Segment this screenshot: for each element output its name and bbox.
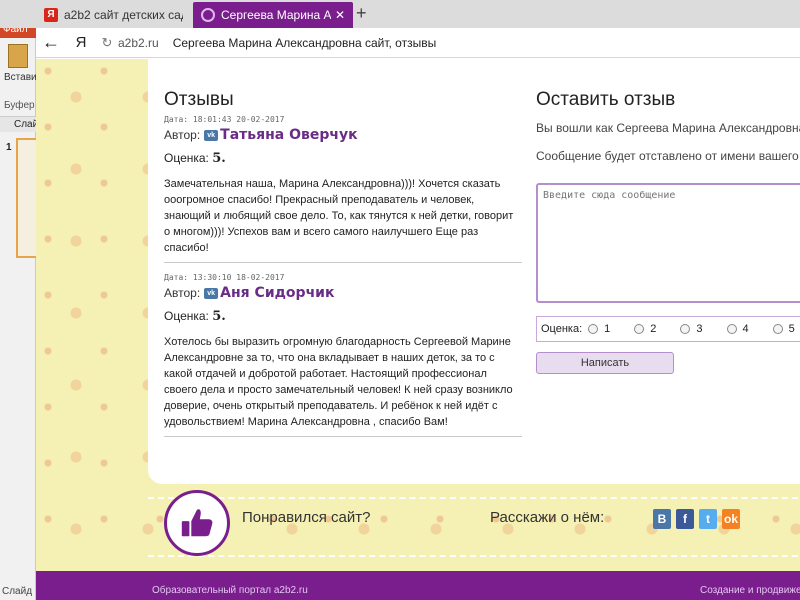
radio-icon[interactable] <box>680 324 691 334</box>
site-footer: Образовательный портал a2b2.ru Создание … <box>36 571 800 600</box>
close-tab-icon[interactable]: ✕ <box>335 8 345 22</box>
rating-value: 5. <box>212 151 226 166</box>
rating-prefix: Оценка: <box>164 151 209 165</box>
review-rating: Оценка: 5. <box>164 309 522 324</box>
status-slide-label: Слайд <box>2 586 33 597</box>
rating-option-label: 3 <box>696 323 703 335</box>
review-form: Оставить отзыв Вы вошли как Сергеева Мар… <box>536 89 800 374</box>
rating-option-2[interactable]: 2 <box>634 323 656 335</box>
send-note-text: Сообщение будет отставлено от имени ваше… <box>536 149 799 163</box>
form-title: Оставить отзыв <box>536 89 676 110</box>
background-app-panel: P Файл Вставит Буфер о Слай 1 Слайд <box>0 0 41 600</box>
author-prefix: Автор: <box>164 128 201 142</box>
rating-option-1[interactable]: 1 <box>588 323 610 335</box>
rating-option-5[interactable]: 5 <box>772 323 795 335</box>
new-tab-button[interactable]: + <box>356 3 367 24</box>
reviews-title: Отзывы <box>164 89 234 110</box>
review-author-row: Автор: vk Аня Сидорчик <box>164 285 522 301</box>
rating-selector: Оценка: 1 2 3 4 5 <box>536 316 800 342</box>
reviews-section: Отзывы Дата: 18:01:43 20-02-2017 Автор: … <box>164 89 522 447</box>
page-background: Отзывы Дата: 18:01:43 20-02-2017 Автор: … <box>36 59 800 600</box>
review-author-name[interactable]: Татьяна Оверчук <box>220 127 357 143</box>
radio-icon[interactable] <box>726 324 737 334</box>
rating-option-label: 1 <box>604 323 611 335</box>
submit-review-button[interactable]: Написать <box>536 352 674 374</box>
footer-portal-link[interactable]: Образовательный портал a2b2.ru <box>152 585 308 596</box>
thumbs-up-icon <box>181 509 213 537</box>
radio-icon[interactable] <box>634 324 645 334</box>
address-bar: ← Я ↻ a2b2.ru Сергеева Марина Александро… <box>36 28 800 58</box>
reload-icon[interactable]: ↻ <box>96 35 118 51</box>
review-author-row: Автор: vk Татьяна Оверчук <box>164 127 522 143</box>
yandex-logo-icon[interactable]: Я <box>66 34 96 51</box>
share-odnoklassniki-icon[interactable]: ok <box>722 509 740 529</box>
slide-number: 1 <box>6 142 12 153</box>
review-item: Дата: 18:01:43 20-02-2017 Автор: vk Тать… <box>164 115 522 263</box>
logged-in-text: Вы вошли как Сергеева Марина Александров… <box>536 121 800 135</box>
back-arrow-icon[interactable]: ← <box>36 32 66 53</box>
share-facebook-icon[interactable]: f <box>676 509 694 529</box>
radio-icon[interactable] <box>772 324 783 334</box>
content-card: Отзывы Дата: 18:01:43 20-02-2017 Автор: … <box>148 59 800 484</box>
review-date: Дата: 13:30:10 18-02-2017 <box>164 273 285 282</box>
browser-tab-strip: Я a2b2 сайт детских садов — Сергеева Мар… <box>0 0 800 28</box>
liked-site-text: Понравился сайт? <box>242 509 371 526</box>
review-text: Замечательная наша, Марина Александровна… <box>164 178 514 254</box>
rating-prefix: Оценка: <box>164 309 209 323</box>
rating-option-4[interactable]: 4 <box>726 323 749 335</box>
review-item: Дата: 13:30:10 18-02-2017 Автор: vk Аня … <box>164 273 522 437</box>
site-favicon-icon <box>201 8 215 22</box>
rating-option-label: 4 <box>742 323 749 335</box>
rating-value: 5. <box>212 309 226 324</box>
author-prefix: Автор: <box>164 286 201 300</box>
address-domain[interactable]: a2b2.ru <box>118 36 159 50</box>
review-author-name[interactable]: Аня Сидорчик <box>220 285 334 301</box>
review-rating: Оценка: 5. <box>164 151 522 166</box>
tab-title: a2b2 сайт детских садов — <box>64 8 183 22</box>
share-prompt-text: Расскажи о нём: <box>490 509 605 526</box>
clipboard-icon[interactable] <box>8 44 28 68</box>
share-vk-icon[interactable]: В <box>653 509 671 529</box>
rating-option-label: 2 <box>650 323 657 335</box>
rating-label: Оценка: <box>541 323 583 335</box>
review-text: Хотелось бы выразить огромную благодарно… <box>164 336 513 428</box>
rating-option-label: 5 <box>788 323 795 335</box>
clipboard-group-label: Буфер о <box>4 100 36 111</box>
yandex-favicon-icon: Я <box>44 8 58 22</box>
review-date: Дата: 18:01:43 20-02-2017 <box>164 115 285 124</box>
tab-title: Сергеева Марина Алекс <box>221 8 331 22</box>
vk-icon: vk <box>204 287 219 299</box>
vk-icon: vk <box>204 129 219 141</box>
thumbs-up-badge <box>164 490 230 556</box>
rating-option-3[interactable]: 3 <box>680 323 703 335</box>
footer-dev-link[interactable]: Создание и продвижение <box>700 585 800 596</box>
tab-a2b2-kindergartens[interactable]: Я a2b2 сайт детских садов — <box>36 2 191 28</box>
slide-thumbnail[interactable] <box>16 138 36 258</box>
message-input[interactable] <box>536 183 800 303</box>
address-page-title[interactable]: Сергеева Марина Александровна сайт, отзы… <box>173 36 437 50</box>
share-twitter-icon[interactable]: t <box>699 509 717 529</box>
slides-tab[interactable]: Слай <box>0 116 38 132</box>
radio-icon[interactable] <box>588 324 599 334</box>
tab-sergeeva-reviews[interactable]: Сергеева Марина Алекс ✕ <box>193 2 353 28</box>
